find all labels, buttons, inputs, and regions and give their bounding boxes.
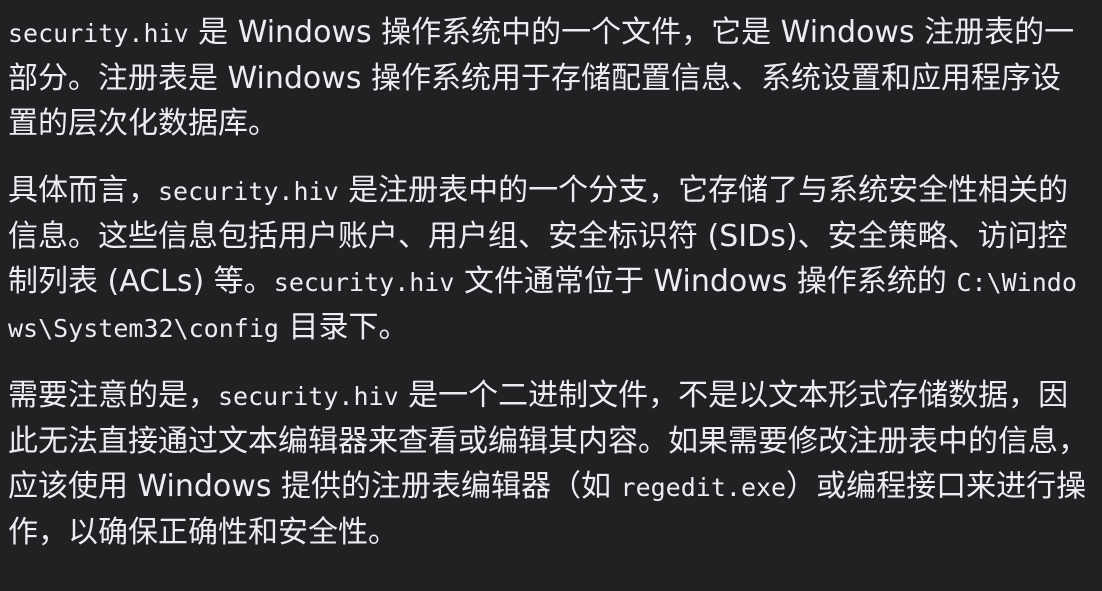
message-paragraph-1: security.hiv 是 Windows 操作系统中的一个文件，它是 Win… xyxy=(8,10,1088,146)
paragraph-text: 具体而言， xyxy=(8,173,158,208)
message-paragraph-2: 具体而言，security.hiv 是注册表中的一个分支，它存储了与系统安全性相… xyxy=(8,168,1088,351)
inline-code-program: regedit.exe xyxy=(620,473,787,502)
inline-code-filename: security.hiv xyxy=(158,177,339,206)
message-paragraph-3: 需要注意的是，security.hiv 是一个二进制文件，不是以文本形式存储数据… xyxy=(8,373,1088,555)
inline-code-filename: security.hiv xyxy=(218,382,399,411)
inline-code-filename: security.hiv xyxy=(8,19,189,48)
paragraph-text: 文件通常位于 Windows 操作系统的 xyxy=(454,264,957,299)
paragraph-text: 需要注意的是， xyxy=(8,378,218,413)
inline-code-filename: security.hiv xyxy=(273,268,455,297)
assistant-message: security.hiv 是 Windows 操作系统中的一个文件，它是 Win… xyxy=(0,0,1102,591)
paragraph-text: 目录下。 xyxy=(278,310,409,345)
